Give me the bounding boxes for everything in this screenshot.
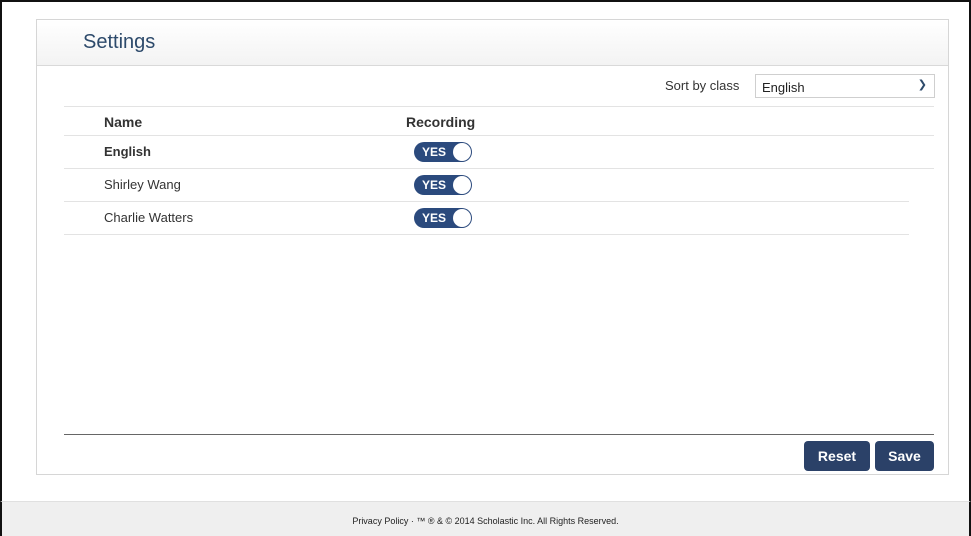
chevron-down-icon: ❯ (917, 79, 927, 91)
divider (64, 168, 934, 169)
toggle-knob (453, 176, 471, 194)
divider (64, 234, 909, 235)
privacy-policy-link[interactable]: Privacy Policy (352, 516, 408, 526)
recording-toggle[interactable]: YES (414, 142, 472, 162)
toggle-label: YES (422, 145, 447, 159)
column-header-recording: Recording (406, 114, 476, 130)
sort-by-class-select[interactable]: English ❯ (755, 74, 935, 98)
save-button[interactable]: Save (875, 441, 934, 471)
sort-by-class-label: Sort by class (665, 78, 740, 93)
divider (64, 106, 934, 107)
toggle-knob (453, 209, 471, 227)
toggle-label: YES (422, 178, 447, 192)
divider (64, 135, 934, 136)
settings-panel: Settings Sort by class English ❯ Name Re… (36, 19, 949, 475)
table-row-name: English (104, 144, 151, 159)
column-header-name: Name (104, 114, 143, 130)
divider (64, 201, 909, 202)
table-row-name: Charlie Watters (104, 210, 194, 225)
copyright-text: · ™ ® & © 2014 Scholastic Inc. All Right… (408, 516, 619, 526)
recording-toggle[interactable]: YES (414, 208, 472, 228)
recording-toggle[interactable]: YES (414, 175, 472, 195)
toggle-label: YES (422, 211, 447, 225)
settings-header: Settings (37, 20, 948, 66)
sort-selected-value: English (762, 80, 805, 95)
page-footer: Privacy Policy · ™ ® & © 2014 Scholastic… (0, 501, 971, 536)
footer-divider (64, 434, 934, 435)
table-row-name: Shirley Wang (104, 177, 181, 192)
toggle-knob (453, 143, 471, 161)
page-title: Settings (83, 31, 156, 53)
reset-button[interactable]: Reset (804, 441, 870, 471)
